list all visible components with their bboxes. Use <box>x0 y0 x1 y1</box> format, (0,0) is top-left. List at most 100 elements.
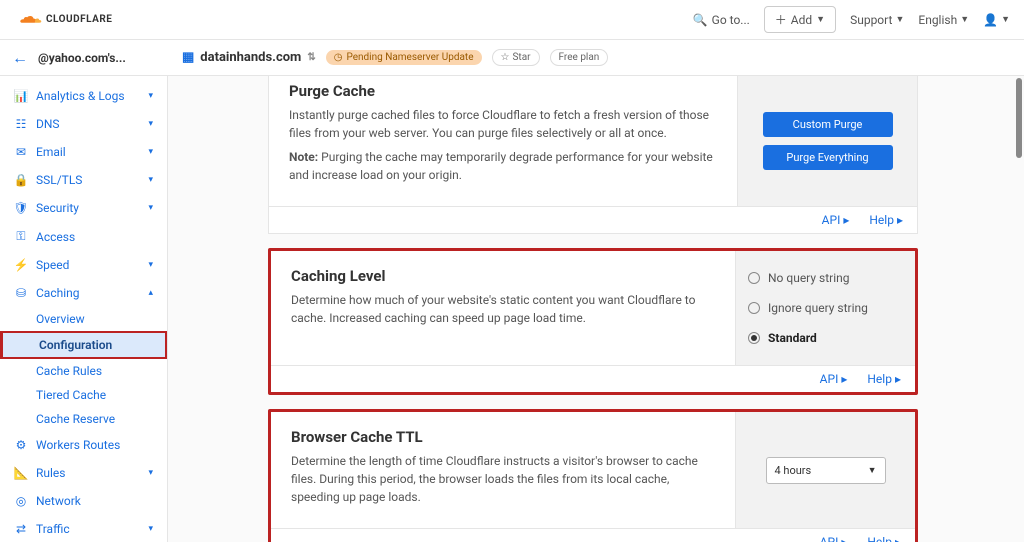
caret-down-icon: ▼ <box>868 465 877 476</box>
nav-traffic[interactable]: ⇄Traffic▾ <box>0 515 167 542</box>
caret-down-icon: ▼ <box>816 14 825 25</box>
help-link[interactable]: Help▸ <box>869 213 903 227</box>
caret-down-icon: ▾ <box>148 119 153 129</box>
plus-icon: ＋ <box>775 11 787 28</box>
purge-everything-button[interactable]: Purge Everything <box>763 145 893 170</box>
radio-no-query[interactable]: No query string <box>748 267 903 289</box>
chevron-right-icon: ▸ <box>895 372 901 386</box>
shield-icon: 🛡 <box>14 201 28 215</box>
caret-up-icon: ▴ <box>148 288 153 298</box>
star-button[interactable]: ☆Star <box>492 49 540 66</box>
chevron-updown-icon: ⇅ <box>307 52 315 63</box>
key-icon: ⚿ <box>14 229 28 244</box>
purge-cache-card: Purge Cache Instantly purge cached files… <box>268 76 918 234</box>
bolt-icon: ⚡ <box>14 258 28 272</box>
scrollbar[interactable] <box>1016 78 1022 158</box>
caching-submenu: Overview Configuration Cache Rules Tiere… <box>0 307 167 431</box>
caret-down-icon: ▾ <box>148 175 153 185</box>
subnav-configuration[interactable]: Configuration <box>0 331 167 359</box>
caret-down-icon: ▾ <box>148 203 153 213</box>
nav-caching[interactable]: ⛁Caching▴ <box>0 279 167 307</box>
level-desc: Determine how much of your website's sta… <box>291 291 715 327</box>
context-bar: ← @yahoo.com's... ▦ datainhands.com ⇅ ◷P… <box>0 40 1024 76</box>
caret-down-icon: ▼ <box>1001 14 1010 25</box>
nav-access[interactable]: ⚿Access <box>0 222 167 251</box>
language-menu[interactable]: English▼ <box>918 13 969 27</box>
caret-down-icon: ▾ <box>148 147 153 157</box>
nav-analytics[interactable]: 📊Analytics & Logs▾ <box>0 82 167 110</box>
subnav-cache-reserve[interactable]: Cache Reserve <box>36 407 167 431</box>
chevron-right-icon: ▸ <box>841 372 847 386</box>
subnav-overview[interactable]: Overview <box>36 307 167 331</box>
radio-checked-icon <box>748 332 760 344</box>
nav-security[interactable]: 🛡Security▾ <box>0 194 167 222</box>
pending-badge: ◷Pending Nameserver Update <box>326 50 482 65</box>
nav-workers[interactable]: ⚙Workers Routes <box>0 431 167 459</box>
topbar-right: 🔍Go to... ＋Add▼ Support▼ English▼ 👤▼ <box>693 6 1010 33</box>
chart-icon: 📊 <box>14 89 28 103</box>
sidebar: 📊Analytics & Logs▾ ☷DNS▾ ✉Email▾ 🔒SSL/TL… <box>0 76 168 542</box>
topbar: CLOUDFLARE 🔍Go to... ＋Add▼ Support▼ Engl… <box>0 0 1024 40</box>
purge-title: Purge Cache <box>289 82 717 100</box>
globe-icon: ▦ <box>182 50 194 65</box>
main-content: Purge Cache Instantly purge cached files… <box>168 76 1024 542</box>
caret-down-icon: ▾ <box>148 524 153 534</box>
ttl-select[interactable]: 4 hours▼ <box>766 457 886 484</box>
subnav-cache-rules[interactable]: Cache Rules <box>36 359 167 383</box>
rules-icon: 📐 <box>14 466 28 480</box>
cloudflare-icon <box>14 13 42 27</box>
caret-down-icon: ▾ <box>148 91 153 101</box>
chevron-right-icon: ▸ <box>895 535 901 542</box>
domain-switcher[interactable]: ▦ datainhands.com ⇅ <box>182 50 316 65</box>
ttl-title: Browser Cache TTL <box>291 428 715 446</box>
caret-down-icon: ▼ <box>895 14 904 25</box>
mail-icon: ✉ <box>14 145 28 159</box>
add-button[interactable]: ＋Add▼ <box>764 6 836 33</box>
account-label: @yahoo.com's... <box>38 51 126 65</box>
goto-search[interactable]: 🔍Go to... <box>693 13 750 27</box>
api-link[interactable]: API▸ <box>820 535 848 542</box>
traffic-icon: ⇄ <box>14 522 28 536</box>
network-icon: ◎ <box>14 494 28 508</box>
radio-standard[interactable]: Standard <box>748 327 903 349</box>
radio-icon <box>748 302 760 314</box>
star-icon: ☆ <box>501 52 510 63</box>
nav-network[interactable]: ◎Network <box>0 487 167 515</box>
subnav-tiered-cache[interactable]: Tiered Cache <box>36 383 167 407</box>
caret-down-icon: ▾ <box>148 260 153 270</box>
cache-icon: ⛁ <box>14 286 28 300</box>
purge-note: Note: Purging the cache may temporarily … <box>289 148 717 184</box>
level-title: Caching Level <box>291 267 715 285</box>
caret-down-icon: ▾ <box>148 468 153 478</box>
custom-purge-button[interactable]: Custom Purge <box>763 112 893 137</box>
nav-dns[interactable]: ☷DNS▾ <box>0 110 167 138</box>
browser-ttl-card: Browser Cache TTL Determine the length o… <box>268 409 918 542</box>
help-link[interactable]: Help▸ <box>867 535 901 542</box>
brand-text: CLOUDFLARE <box>46 14 112 25</box>
caching-level-card: Caching Level Determine how much of your… <box>268 248 918 395</box>
back-button[interactable]: ← <box>12 48 28 68</box>
clock-icon: ◷ <box>334 52 343 63</box>
chevron-right-icon: ▸ <box>841 535 847 542</box>
user-menu[interactable]: 👤▼ <box>983 13 1010 27</box>
chevron-right-icon: ▸ <box>897 213 903 227</box>
nav-ssl[interactable]: 🔒SSL/TLS▾ <box>0 166 167 194</box>
support-menu[interactable]: Support▼ <box>850 13 904 27</box>
search-icon: 🔍 <box>693 13 708 27</box>
radio-ignore-query[interactable]: Ignore query string <box>748 297 903 319</box>
help-link[interactable]: Help▸ <box>867 372 901 386</box>
nav-speed[interactable]: ⚡Speed▾ <box>0 251 167 279</box>
lock-icon: 🔒 <box>14 173 28 187</box>
nav-rules[interactable]: 📐Rules▾ <box>0 459 167 487</box>
api-link[interactable]: API▸ <box>822 213 850 227</box>
chevron-right-icon: ▸ <box>843 213 849 227</box>
nav-email[interactable]: ✉Email▾ <box>0 138 167 166</box>
radio-icon <box>748 272 760 284</box>
ttl-desc: Determine the length of time Cloudflare … <box>291 452 715 506</box>
brand-logo[interactable]: CLOUDFLARE <box>14 13 112 27</box>
plan-badge: Free plan <box>550 49 609 66</box>
caret-down-icon: ▼ <box>960 14 969 25</box>
dns-icon: ☷ <box>14 117 28 131</box>
user-icon: 👤 <box>983 13 998 27</box>
api-link[interactable]: API▸ <box>820 372 848 386</box>
